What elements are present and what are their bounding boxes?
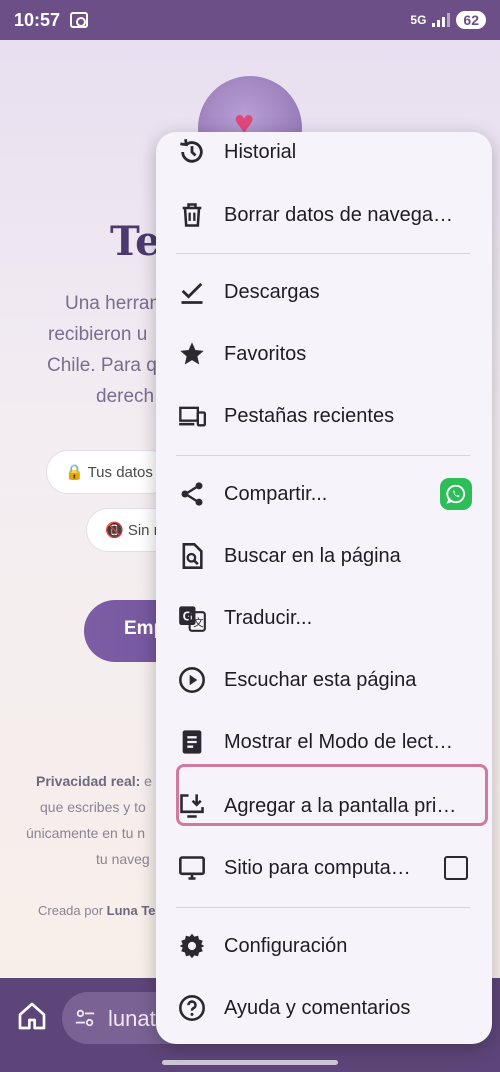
- footer-bold: Privacidad real:: [36, 773, 141, 789]
- menu-item-label: Compartir...: [224, 482, 328, 505]
- menu-item-translate[interactable]: G文 Traducir...: [156, 590, 492, 646]
- help-icon: [179, 995, 205, 1021]
- menu-item-label: Traducir...: [224, 606, 313, 629]
- svg-text:文: 文: [193, 616, 204, 629]
- trash-icon: [182, 203, 202, 227]
- overflow-menu: Historial Borrar datos de navega… Descar…: [156, 132, 492, 1044]
- menu-item-settings[interactable]: Configuración: [156, 918, 492, 974]
- status-time: 10:57: [14, 9, 61, 30]
- menu-item-recent-tabs[interactable]: Pestañas recientes: [156, 388, 492, 444]
- reader-mode-icon: [182, 730, 202, 754]
- footer-line: Privacidad real: e: [36, 768, 152, 794]
- whatsapp-icon[interactable]: [440, 478, 472, 510]
- menu-item-clear-data[interactable]: Borrar datos de navega…: [156, 187, 492, 243]
- menu-item-find-in-page[interactable]: Buscar en la página: [156, 528, 492, 584]
- menu-item-label: Sitio para computa…: [224, 856, 411, 879]
- menu-item-reader-mode[interactable]: Mostrar el Modo de lect…: [156, 714, 492, 770]
- credit-prefix: Creada por: [38, 903, 107, 918]
- page-title: Te: [110, 218, 161, 265]
- share-icon: [181, 482, 203, 506]
- menu-item-share[interactable]: Compartir...: [156, 466, 492, 522]
- translate-icon: G文: [179, 606, 206, 632]
- menu-item-label: Mostrar el Modo de lect…: [224, 730, 453, 753]
- play-circle-icon: [179, 667, 205, 693]
- menu-item-label: Pestañas recientes: [224, 404, 395, 427]
- screenshot-icon: [70, 12, 89, 28]
- menu-item-desktop-site[interactable]: Sitio para computa…: [156, 840, 492, 896]
- download-check-icon: [181, 282, 203, 304]
- network-label: 5G: [410, 13, 427, 27]
- status-bar: 10:57 5G 62: [0, 0, 500, 40]
- footer-line: tu naveg: [96, 851, 150, 867]
- whatsapp-glyph-icon: [446, 484, 466, 504]
- menu-item-label: Agregar a la pantalla pri…: [224, 794, 457, 817]
- star-icon: [180, 342, 204, 365]
- menu-item-label: Historial: [224, 140, 297, 163]
- home-icon[interactable]: [16, 1000, 48, 1032]
- menu-item-help[interactable]: Ayuda y comentarios: [156, 980, 492, 1036]
- desktop-icon: [179, 856, 205, 880]
- footer-line: que escribes y to: [40, 799, 146, 815]
- find-in-page-icon: [182, 543, 203, 569]
- battery-indicator: 62: [456, 11, 486, 29]
- privacy-pill: 🔒 Tus datos: [46, 450, 172, 494]
- menu-item-label: Borrar datos de navega…: [224, 203, 454, 226]
- menu-item-history[interactable]: Historial: [156, 132, 492, 180]
- menu-divider: [176, 253, 470, 254]
- credit-line: Creada por Luna Te: [38, 898, 156, 924]
- signal-icon: [432, 13, 451, 27]
- menu-item-label: Favoritos: [224, 342, 307, 365]
- menu-item-add-to-home[interactable]: Agregar a la pantalla pri…: [156, 778, 492, 834]
- footer-line: únicamente en tu n: [26, 825, 146, 841]
- menu-item-label: Buscar en la página: [224, 544, 401, 567]
- desktop-site-checkbox[interactable]: [444, 856, 468, 880]
- menu-item-label: Ayuda y comentarios: [224, 996, 411, 1019]
- credit-name: Luna Te: [106, 903, 156, 918]
- menu-item-label: Descargas: [224, 280, 320, 303]
- add-to-home-icon: [180, 794, 204, 818]
- footer-text: e: [140, 773, 152, 789]
- svg-text:G: G: [183, 608, 193, 623]
- devices-icon: [179, 406, 206, 427]
- menu-item-label: Escuchar esta página: [224, 668, 417, 691]
- menu-divider: [176, 455, 470, 456]
- menu-item-bookmarks[interactable]: Favoritos: [156, 326, 492, 382]
- menu-item-downloads[interactable]: Descargas: [156, 264, 492, 320]
- menu-item-listen[interactable]: Escuchar esta página: [156, 652, 492, 708]
- history-icon: [180, 139, 203, 163]
- gesture-bar[interactable]: [162, 1060, 338, 1065]
- menu-item-label: Configuración: [224, 934, 348, 957]
- gear-icon: [179, 933, 205, 959]
- site-settings-icon[interactable]: [74, 1007, 96, 1029]
- menu-divider: [176, 907, 470, 908]
